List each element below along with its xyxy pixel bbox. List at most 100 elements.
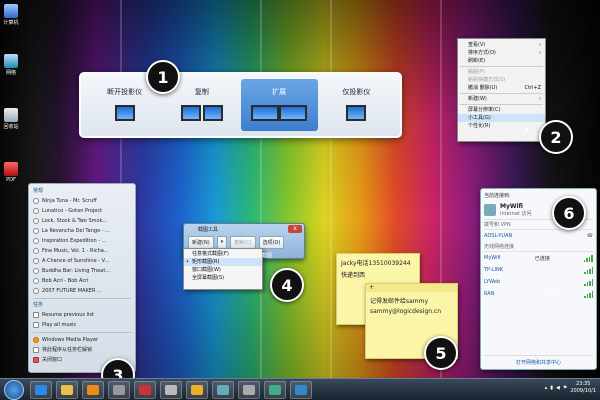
network-sharing-center-link[interactable]: 打开网络和共享中心 <box>484 355 593 366</box>
network-tray-icon[interactable]: ▮ <box>550 385 553 391</box>
jump-list-app[interactable]: Windows Media Player <box>33 335 131 345</box>
menu-item-gadgets[interactable]: 小工具(G) <box>458 114 545 122</box>
taskbar: ▴ ▮ ◀ ⚑ 23:35 2009/10/1 <box>0 378 600 400</box>
menu-item-new[interactable]: 新建(W) › <box>458 95 545 103</box>
recycle-bin-icon <box>4 108 18 122</box>
jump-list-item[interactable]: Inspiration Expedition - ... <box>33 236 131 246</box>
network-icon <box>4 54 18 68</box>
new-note-button[interactable]: + <box>366 284 457 292</box>
desktop-context-menu: 查看(V) › 排序方式(O) › 刷新(E) 粘贴(P) 粘贴快捷方式(S) 撤消… <box>457 38 546 142</box>
wallpaper-streak <box>260 0 262 400</box>
taskbar-app-10[interactable] <box>264 380 286 399</box>
wifi-network-lyweb[interactable]: LYWeb <box>484 276 593 288</box>
menu-item-full-screen[interactable]: 全屏幕截图(S) <box>184 274 262 282</box>
projection-option-projector-only[interactable]: 仅投影仪 <box>318 79 395 131</box>
wireless-section-header: 无线网络连接 <box>484 242 593 252</box>
taskbar-explorer[interactable] <box>56 380 78 399</box>
desktop-icon-recycle-bin[interactable]: 回收站 <box>0 108 22 130</box>
jump-list-item-label: Resume previous list <box>42 312 94 318</box>
taskbar-app-8[interactable] <box>212 380 234 399</box>
menu-separator <box>460 66 543 67</box>
projection-option-extend[interactable]: 扩展 <box>240 79 318 131</box>
jump-list-tasks-header: 任务 <box>33 302 44 308</box>
note-line: sammy@logicdesign.cn <box>370 308 442 315</box>
vpn-connection[interactable]: ADSL-YUAN ☎ <box>484 230 593 242</box>
wifi-network-mywifi[interactable]: MyWifi 已连接 <box>484 252 593 264</box>
desktop-icon-label: 网络 <box>5 70 16 76</box>
desktop-icon-pdf[interactable]: PDF <box>0 162 22 183</box>
menu-item-free-form[interactable]: 任意格式截图(F) <box>184 250 262 258</box>
pin-icon <box>33 347 39 353</box>
menu-item-label: 刷新(E) <box>468 58 486 64</box>
taskbar-app-5[interactable] <box>134 380 156 399</box>
menu-item-paste-shortcut[interactable]: 粘贴快捷方式(S) <box>458 76 545 84</box>
jump-list-item[interactable]: Fine Music, Vol. 1 - Richa... <box>33 246 131 256</box>
jump-list-item[interactable]: Buddha Bar: Living Theat... <box>33 266 131 276</box>
network-name: ADSL-YUAN <box>484 233 513 239</box>
app-icon <box>269 384 281 395</box>
start-button[interactable] <box>4 379 24 400</box>
media-player-icon <box>87 384 99 395</box>
menu-item-shortcut: Ctrl+Z <box>524 85 541 91</box>
network-name: LYWeb <box>484 279 501 285</box>
menu-item-window[interactable]: 窗口截图(W) <box>184 266 262 274</box>
close-button[interactable]: x <box>288 225 302 233</box>
jump-list-item-label: La Revancha Del Tango - ... <box>42 228 110 234</box>
wifi-network-tp-link[interactable]: TP-LINK <box>484 264 593 276</box>
desktop-icon-computer[interactable]: 计算机 <box>0 4 22 26</box>
chevron-right-icon: › <box>539 50 541 56</box>
music-track-icon <box>33 288 39 294</box>
jump-list-item[interactable]: A Chance of Sunshine - V... <box>33 256 131 266</box>
jump-list-task-play-all[interactable]: Play all music <box>33 320 131 330</box>
menu-item-view[interactable]: 查看(V) › <box>458 41 545 49</box>
taskbar-media-player[interactable] <box>82 380 104 399</box>
menu-item-refresh[interactable]: 刷新(E) <box>458 57 545 65</box>
menu-item-sort[interactable]: 排序方式(O) › <box>458 49 545 57</box>
show-hidden-icons-icon[interactable]: ▴ <box>545 385 548 391</box>
jump-list-item-label: 将此程序从任务栏解锁 <box>42 347 93 353</box>
menu-item-label: 粘贴快捷方式(S) <box>468 77 506 83</box>
wifi-network-ran[interactable]: RAN <box>484 288 593 300</box>
jump-list-item-label: Lunatico - Gotan Project <box>42 208 103 214</box>
taskbar-app-4[interactable] <box>108 380 130 399</box>
volume-icon[interactable]: ◀ <box>556 385 560 391</box>
app-icon <box>217 384 229 395</box>
jump-list-item[interactable]: Lock, Stock & Two Smok... <box>33 216 131 226</box>
jump-list-item[interactable]: 2007 FUTURE MAKER ... <box>33 286 131 296</box>
network-icon <box>484 203 496 216</box>
taskbar-app-6[interactable] <box>160 380 182 399</box>
folder-icon <box>61 384 73 395</box>
jump-list-item[interactable]: Bob Acri - Bob Acri <box>33 276 131 286</box>
callout-badge-1: 1 <box>146 60 180 94</box>
clock[interactable]: 23:35 2009/10/1 <box>570 381 596 395</box>
menu-item-label: 矩形截图(R) <box>192 259 220 265</box>
music-track-icon <box>33 268 39 274</box>
taskbar-ie[interactable] <box>30 380 52 399</box>
jump-list-separator <box>33 298 131 299</box>
taskbar-app-7[interactable] <box>186 380 208 399</box>
taskbar-app-9[interactable] <box>238 380 260 399</box>
menu-item-screen-resolution[interactable]: 屏幕分辨率(C) <box>458 106 545 114</box>
jump-list-item[interactable]: Lunatico - Gotan Project <box>33 206 131 216</box>
network-name: RAN <box>484 291 495 297</box>
jump-list-item[interactable]: La Revancha Del Tango - ... <box>33 226 131 236</box>
jump-list-item-label: A Chance of Sunshine - V... <box>42 258 110 264</box>
menu-item-rectangular[interactable]: • 矩形截图(R) <box>184 258 262 266</box>
app-icon <box>139 384 151 395</box>
menu-item-undo-delete[interactable]: 撤消 删除(U) Ctrl+Z <box>458 84 545 92</box>
projection-option-label: 扩展 <box>272 88 287 96</box>
jump-list-item[interactable]: Ninja Tuna - Mr. Scruff <box>33 196 131 206</box>
play-icon <box>33 322 39 328</box>
menu-item-paste[interactable]: 粘贴(P) <box>458 68 545 76</box>
desktop-icon-network[interactable]: 网络 <box>0 54 22 76</box>
projector-only-icon <box>346 105 367 127</box>
taskbar-app-11[interactable] <box>290 380 312 399</box>
chevron-right-icon: › <box>539 42 541 48</box>
flag-icon[interactable]: ⚑ <box>563 385 567 391</box>
jump-list-task-resume[interactable]: Resume previous list <box>33 310 131 320</box>
duplicate-display-icon <box>180 105 223 127</box>
jump-list-unpin[interactable]: 将此程序从任务栏解锁 <box>33 345 131 355</box>
extend-display-icon <box>251 105 308 127</box>
menu-item-personalize[interactable]: 个性化(R) <box>458 122 545 130</box>
menu-separator <box>460 104 543 105</box>
